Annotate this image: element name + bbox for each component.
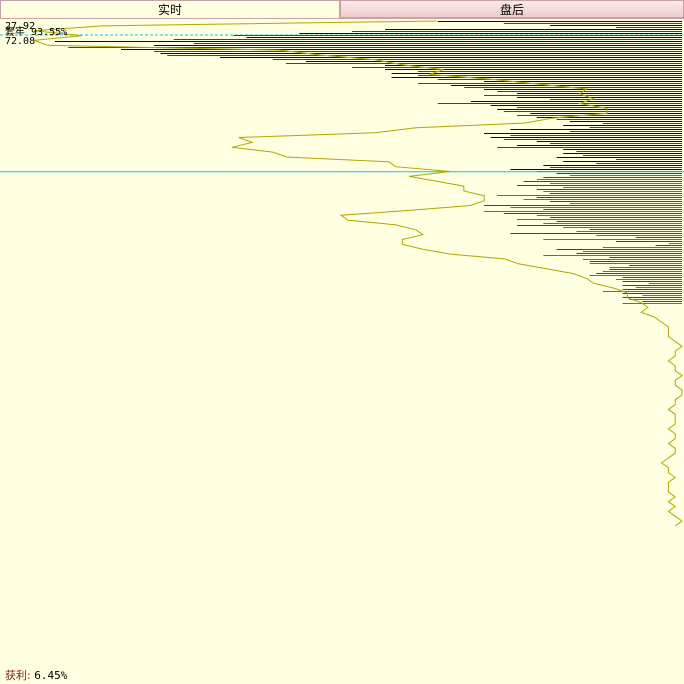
tab-after-hours[interactable]: 盘后 (340, 0, 684, 18)
chip-distribution-chart (0, 20, 684, 527)
profit-value: 6.45% (34, 669, 68, 682)
profit-readout: 获利: 6.45% (5, 667, 67, 683)
price-bottom-label: 72.08 (5, 36, 36, 47)
tab-realtime[interactable]: 实时 (0, 0, 340, 18)
profit-key: 获利: (5, 669, 31, 682)
tab-bar: 实时 盘后 (0, 0, 684, 19)
cumulative-curve (33, 20, 683, 527)
